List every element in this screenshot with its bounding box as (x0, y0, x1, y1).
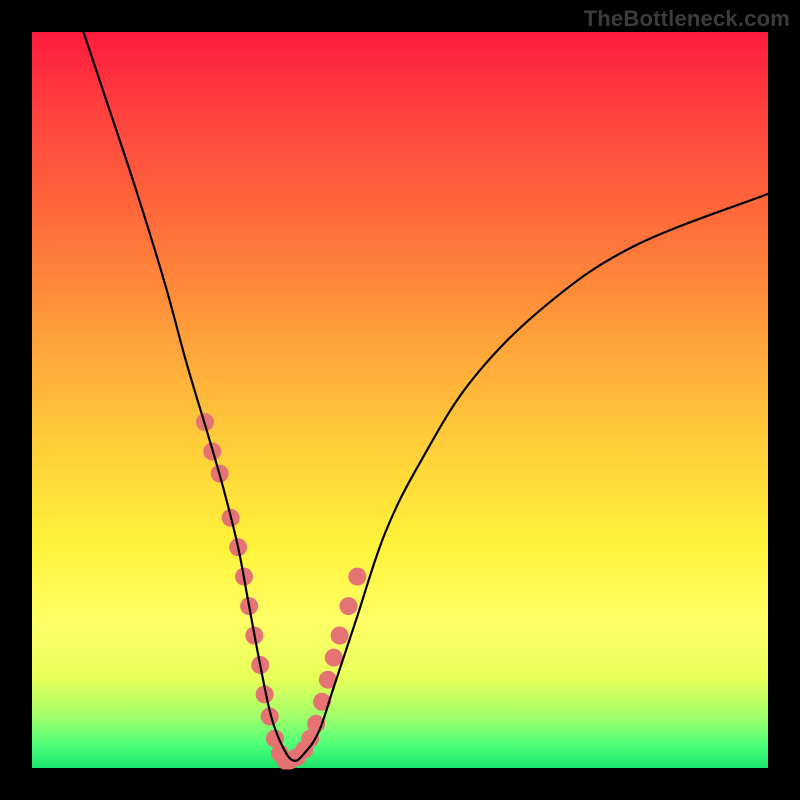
highlight-dot (348, 568, 366, 586)
chart-svg (32, 32, 768, 768)
watermark-label: TheBottleneck.com (584, 6, 790, 32)
chart-frame: TheBottleneck.com (0, 0, 800, 800)
highlight-dot (331, 627, 349, 645)
plot-area (32, 32, 768, 768)
main-curve-path (84, 32, 769, 761)
highlight-dots-group (196, 413, 366, 769)
highlight-dot (340, 597, 358, 615)
highlight-dot (325, 649, 343, 667)
